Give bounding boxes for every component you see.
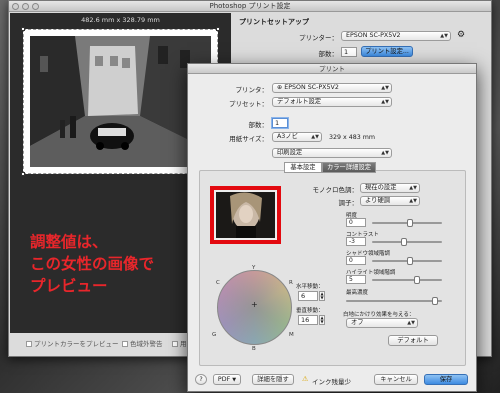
mono-tone-label: モノクロ色調： <box>312 186 359 194</box>
checkbox[interactable] <box>122 341 128 347</box>
copies-label: 部数： <box>318 50 339 58</box>
print-dialog: プリント プリンタ： ⊕ EPSON SC-PX5V2 ▲▼ プリセット： デフォ… <box>187 63 477 392</box>
copies-field[interactable]: 1 <box>272 118 288 128</box>
shadow-tone-slider[interactable] <box>372 257 442 265</box>
resize-handle[interactable] <box>21 27 25 31</box>
slider-knob[interactable] <box>407 257 414 265</box>
ink-warning-text: インク残量少 <box>312 378 351 386</box>
paper-dimensions: 329 x 483 mm <box>329 134 376 141</box>
slider-knob[interactable] <box>400 238 407 246</box>
highlight-tone-field[interactable]: 5 <box>346 275 366 284</box>
chevron-down-icon: ▲▼ <box>381 85 389 91</box>
horizontal-shift-field[interactable]: 6 <box>298 291 318 301</box>
print-dimensions: 482.6 mm x 328.79 mm <box>81 16 160 24</box>
street-scene-image <box>30 36 211 167</box>
mono-tone-select[interactable]: 現在の設定 ▲▼ <box>360 183 420 193</box>
copies-field[interactable]: 1 <box>341 47 357 57</box>
max-density-label: 最高濃度 <box>346 290 369 296</box>
preview-print-color-option[interactable]: プリントカラーをプレビュー <box>26 338 119 348</box>
horizontal-shift-label: 水平移動： <box>296 284 324 290</box>
contrast-field[interactable]: -3 <box>346 237 366 246</box>
resize-handle[interactable] <box>216 27 220 31</box>
chevron-down-icon: ▼ <box>232 377 237 383</box>
horizontal-shift-stepper[interactable]: ▲ ▼ <box>319 291 325 301</box>
wheel-label-c: C <box>216 280 220 286</box>
pdf-button[interactable]: PDF ▼ <box>213 374 241 385</box>
copies-label: 部数： <box>248 121 269 129</box>
hide-details-button[interactable]: 詳細を隠す <box>252 374 294 385</box>
save-button[interactable]: 保存 <box>424 374 468 385</box>
note-line: 調整値は、 <box>30 233 108 251</box>
warning-icon: ⚠ <box>302 375 309 383</box>
slider-knob[interactable] <box>407 219 414 227</box>
help-button[interactable]: ? <box>195 374 207 385</box>
color-wheel[interactable]: + <box>217 270 292 345</box>
section-select[interactable]: 印刷設定 ▲▼ <box>272 148 392 158</box>
cancel-button[interactable]: キャンセル <box>374 374 418 385</box>
gloss-effect-label: 白地にかけり効果を与える： <box>343 312 415 318</box>
resize-handle[interactable] <box>21 172 25 176</box>
printer-select[interactable]: ⊕ EPSON SC-PX5V2 ▲▼ <box>272 83 392 93</box>
tab-basic-settings[interactable]: 基本設定 <box>284 162 322 173</box>
wheel-label-y: Y <box>252 265 256 271</box>
tone-select[interactable]: より硬調 ▲▼ <box>360 196 420 206</box>
chevron-down-icon: ▲▼ <box>381 99 389 105</box>
brightness-slider[interactable] <box>372 219 442 227</box>
max-density-slider[interactable] <box>346 297 442 305</box>
printer-label: プリンタ： <box>235 86 269 94</box>
printer-select[interactable]: EPSON SC-PX5V2 ▲▼ <box>341 31 451 41</box>
slider-knob[interactable] <box>413 276 420 284</box>
window-title: Photoshop プリント設定 <box>9 1 491 12</box>
annotation-note: 調整値は、 この女性の画像で プレビュー <box>30 231 154 297</box>
zoom-window-button[interactable] <box>32 3 39 10</box>
paper-size-label: 用紙サイズ： <box>229 135 268 143</box>
default-button[interactable]: デフォルト <box>388 335 438 346</box>
sample-image-box <box>210 186 281 244</box>
chevron-down-icon: ▲▼ <box>381 150 389 156</box>
chevron-down-icon: ▲▼ <box>409 198 417 204</box>
slider-knob[interactable] <box>431 297 438 305</box>
note-line: この女性の画像で <box>30 255 155 273</box>
brightness-field[interactable]: 0 <box>346 218 366 227</box>
dialog-title: プリント <box>188 64 476 74</box>
vertical-shift-label: 垂直移動： <box>296 308 324 314</box>
paper-white-option[interactable]: 用 <box>172 338 187 348</box>
vertical-shift-field[interactable]: 16 <box>298 315 318 325</box>
preset-label: プリセット： <box>229 100 268 108</box>
checkbox[interactable] <box>172 341 178 347</box>
print-setup-header: プリントセットアップ <box>239 18 309 26</box>
wheel-label-r: R <box>289 280 293 286</box>
chevron-down-icon: ▲▼ <box>440 33 448 39</box>
chevron-down-icon: ▲▼ <box>311 134 319 140</box>
street-photo-preview <box>30 36 211 167</box>
contrast-slider[interactable] <box>372 238 442 246</box>
portrait-image <box>216 192 275 238</box>
chevron-down-icon: ▲▼ <box>409 185 417 191</box>
minimize-window-button[interactable] <box>22 3 29 10</box>
woman-portrait-thumbnail <box>216 192 275 238</box>
close-window-button[interactable] <box>12 3 19 10</box>
chevron-down-icon: ▲▼ <box>407 320 415 326</box>
paper-size-select[interactable]: A3ノビ ▲▼ <box>272 132 322 142</box>
note-line: プレビュー <box>30 277 108 295</box>
print-settings-button[interactable]: プリント設定... <box>361 46 413 57</box>
gloss-effect-select[interactable]: オフ ▲▼ <box>346 318 418 328</box>
gamut-warning-option[interactable]: 色域外警告 <box>122 338 163 348</box>
wheel-label-m: M <box>289 332 294 338</box>
highlight-tone-slider[interactable] <box>372 276 442 284</box>
shadow-tone-field[interactable]: 0 <box>346 256 366 265</box>
printer-label: プリンター： <box>299 34 338 42</box>
printer-status-icon: ⚙ <box>457 30 466 40</box>
checkbox[interactable] <box>26 341 32 347</box>
crosshair-icon: + <box>251 300 258 309</box>
vertical-shift-stepper[interactable]: ▲ ▼ <box>319 315 325 325</box>
tab-advanced-color-settings[interactable]: カラー詳細設定 <box>322 162 376 173</box>
preset-select[interactable]: デフォルト設定 ▲▼ <box>272 97 392 107</box>
tone-label: 調子： <box>338 199 359 207</box>
wheel-label-b: B <box>252 346 256 352</box>
wheel-label-g: G <box>212 332 217 338</box>
